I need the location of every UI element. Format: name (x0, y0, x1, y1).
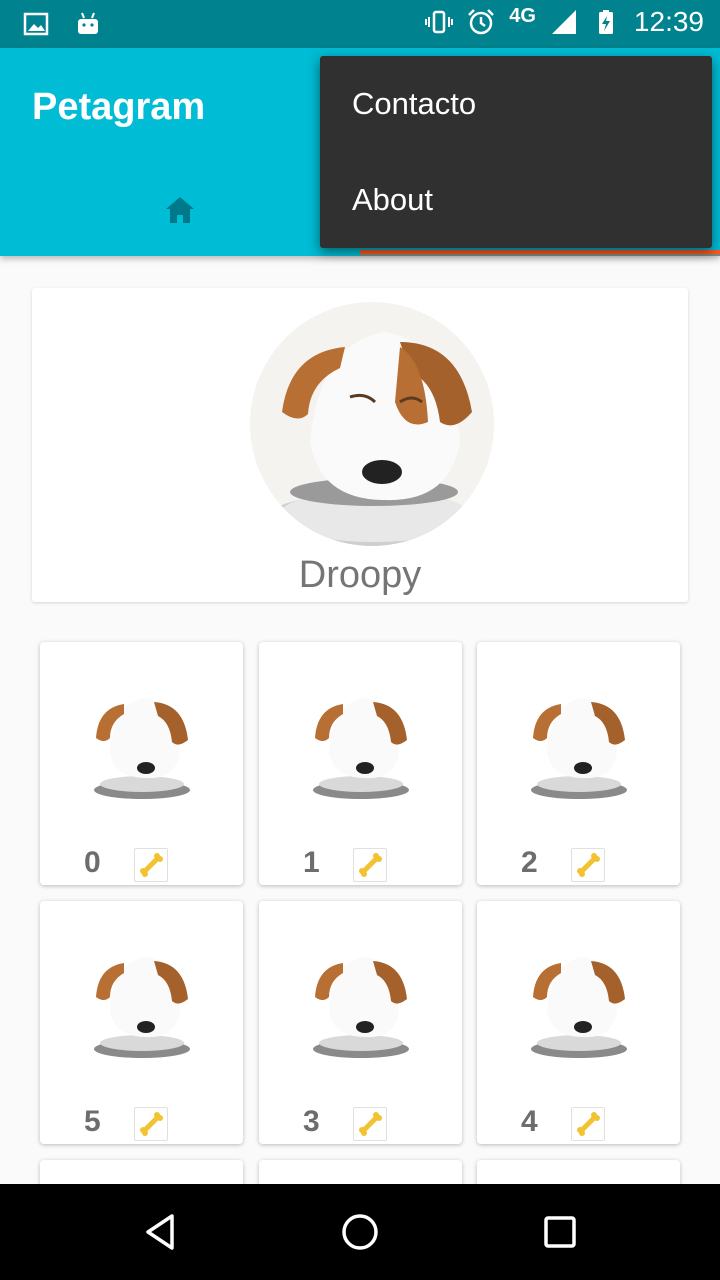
like-button[interactable] (571, 1107, 605, 1141)
pet-rating: 2 (521, 846, 538, 879)
pet-rating: 5 (84, 1105, 101, 1138)
tab-selected-indicator (360, 250, 720, 255)
like-button[interactable] (134, 1107, 168, 1141)
pet-card[interactable]: 4 (477, 901, 680, 1144)
bone-icon (140, 853, 163, 877)
clock-time: 12:39 (633, 6, 704, 37)
pet-card[interactable]: 5 (40, 901, 243, 1144)
bone-icon (359, 853, 382, 877)
puppy-thumbnail (94, 698, 190, 799)
recents-icon[interactable] (540, 1212, 580, 1252)
pet-rating: 0 (84, 846, 101, 879)
profile-card: Droopy (32, 288, 688, 602)
puppy-thumbnail (531, 957, 627, 1058)
status-bar: 4G 12:39 (0, 0, 720, 48)
app-title: Petagram (32, 86, 206, 128)
alarm-icon (468, 9, 495, 35)
home-icon (166, 197, 194, 223)
tab-home[interactable] (150, 188, 210, 232)
profile-avatar (250, 302, 494, 546)
pet-card[interactable]: 1 (259, 642, 462, 885)
like-button[interactable] (571, 848, 605, 882)
menu-item-about[interactable]: About (320, 152, 712, 248)
bone-icon (140, 1112, 163, 1136)
android-icon (78, 12, 98, 34)
pet-rating: 4 (521, 1105, 538, 1138)
image-icon (23, 12, 49, 36)
puppy-thumbnail (531, 698, 627, 799)
puppy-thumbnail (313, 698, 409, 799)
puppy-thumbnail (313, 957, 409, 1058)
signal-icon (551, 10, 576, 34)
pet-rating: 3 (303, 1105, 320, 1138)
overflow-menu: Contacto About (320, 56, 712, 248)
like-button[interactable] (353, 1107, 387, 1141)
menu-item-contacto[interactable]: Contacto (320, 56, 712, 152)
bone-icon (577, 853, 600, 877)
battery-charging-icon (598, 10, 613, 34)
vibrate-icon (425, 10, 454, 34)
network-type-label: 4G (509, 4, 536, 27)
like-button[interactable] (134, 848, 168, 882)
pet-card[interactable]: 3 (259, 901, 462, 1144)
navigation-bar (0, 1184, 720, 1280)
bone-icon (577, 1112, 600, 1136)
puppy-photo (250, 302, 494, 546)
pet-rating: 1 (303, 846, 320, 879)
home-circle-icon[interactable] (340, 1212, 380, 1252)
puppy-thumbnail (94, 957, 190, 1058)
pet-card[interactable]: 2 (477, 642, 680, 885)
back-icon[interactable] (140, 1212, 180, 1252)
like-button[interactable] (353, 848, 387, 882)
pet-card[interactable]: 0 (40, 642, 243, 885)
profile-name: Droopy (298, 554, 422, 596)
bone-icon (359, 1112, 382, 1136)
